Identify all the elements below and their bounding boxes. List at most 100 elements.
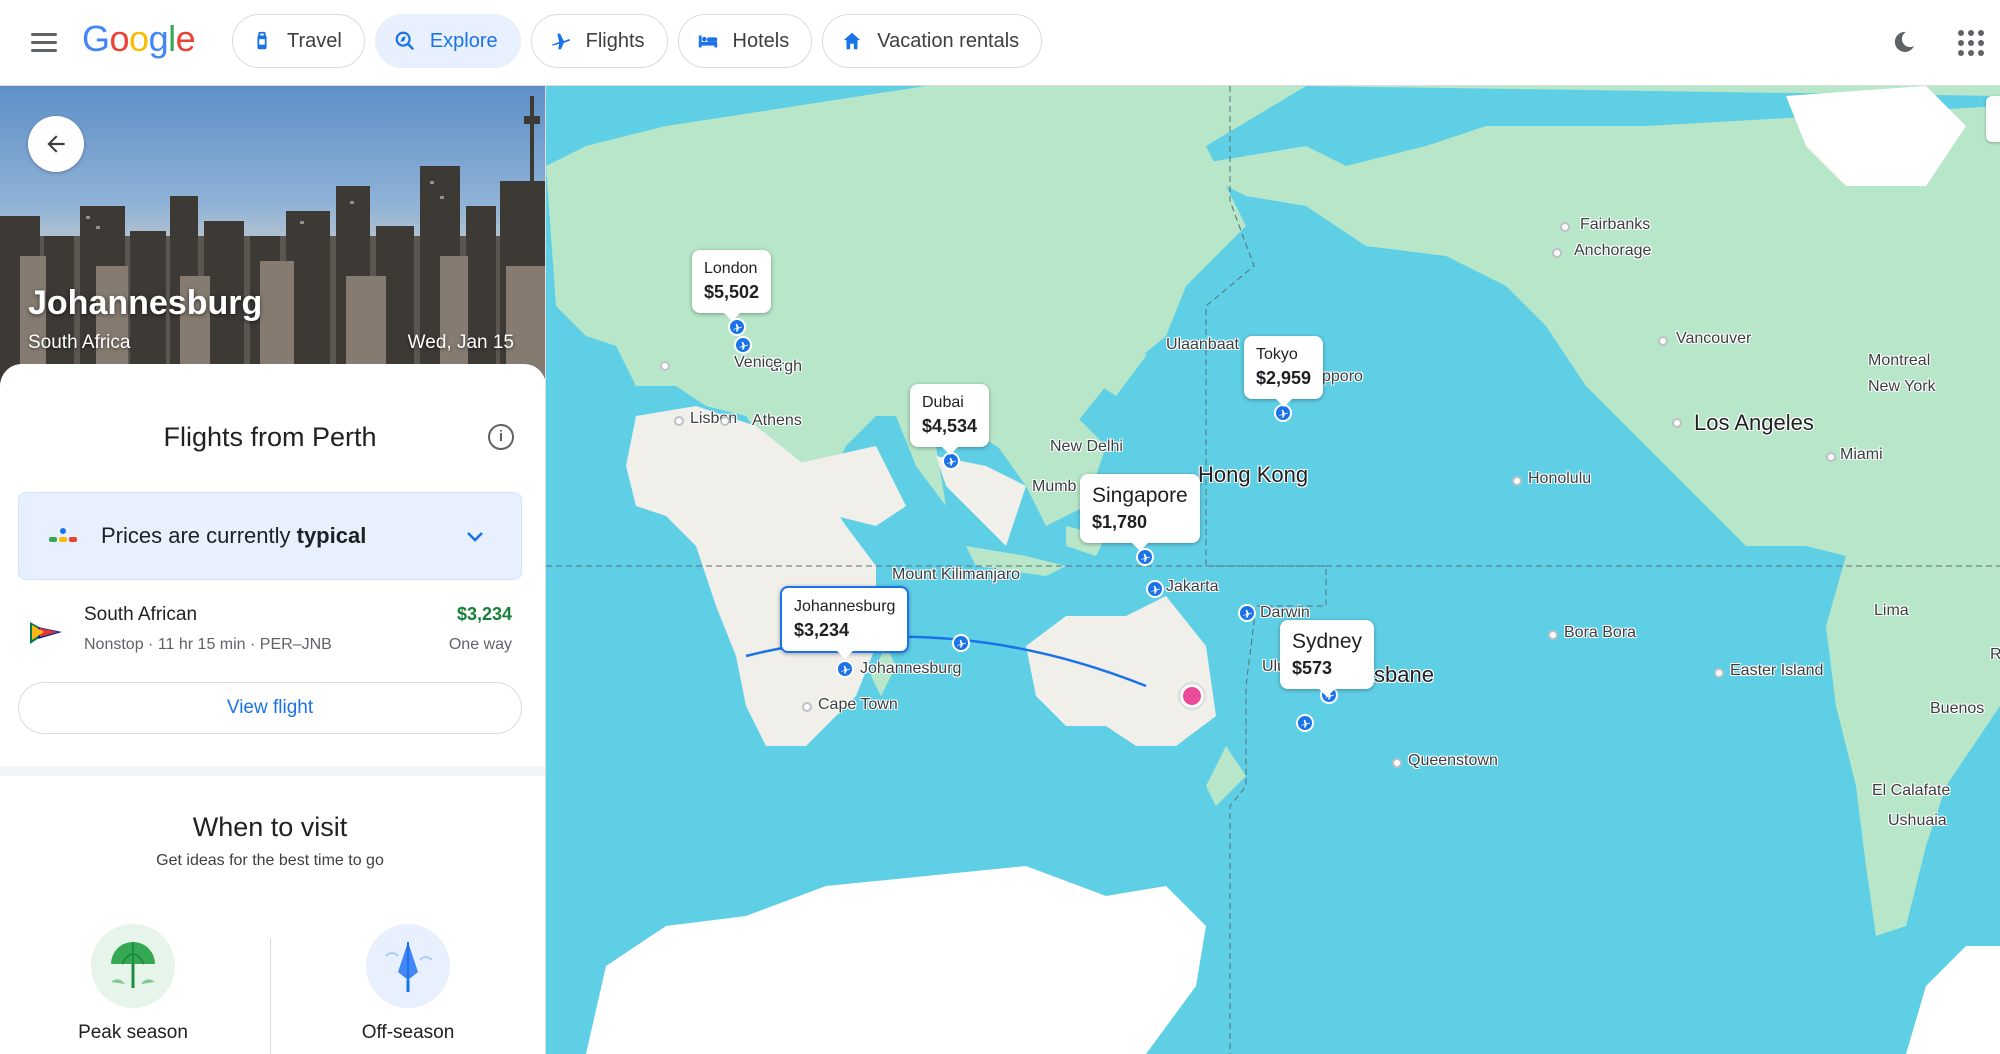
google-logo[interactable]: Google	[82, 18, 196, 60]
plane-icon	[840, 665, 850, 674]
top-bar: Google Travel Explore Flights Hotels Vac…	[0, 0, 2000, 86]
city-label-athens[interactable]: Athens	[752, 412, 802, 430]
price-tag-price: $2,959	[1256, 368, 1312, 388]
peak-season-item[interactable]: Peak season	[33, 924, 233, 1044]
city-label-lisbon[interactable]: Lisbon	[690, 410, 737, 428]
explore-map[interactable]: urgh Venice Lisbon Athens Ulaanbaat ppor…	[546, 86, 2000, 1054]
google-apps-icon[interactable]	[1952, 24, 1988, 60]
city-label-jakarta[interactable]: Jakarta	[1166, 578, 1218, 596]
price-tag-johannesburg[interactable]: Johannesburg $3,234	[780, 586, 910, 659]
city-label-venice[interactable]: Venice	[734, 354, 782, 372]
map-controls-edge[interactable]	[1986, 96, 2000, 142]
plane-icon	[738, 341, 748, 350]
price-tag-city: London	[704, 260, 758, 277]
price-tag-dubai[interactable]: Dubai $4,534	[910, 384, 990, 455]
dark-mode-icon[interactable]	[1886, 24, 1922, 60]
city-label-lima[interactable]: Lima	[1874, 602, 1909, 620]
off-season-item[interactable]: Off-season	[308, 924, 508, 1044]
chip-hotels-label: Hotels	[732, 29, 790, 52]
plane-icon	[1140, 553, 1150, 562]
city-label-cape-town[interactable]: Cape Town	[818, 696, 898, 714]
city-label-johannesburg[interactable]: Johannesburg	[860, 660, 961, 678]
price-tag-city: Tokyo	[1256, 346, 1298, 363]
airport-pin[interactable]	[1296, 714, 1314, 732]
city-label-bora-bora[interactable]: Bora Bora	[1564, 624, 1636, 642]
city-label-honolulu[interactable]: Honolulu	[1528, 470, 1591, 488]
price-tag-city: Johannesburg	[794, 598, 896, 615]
city-label-miami[interactable]: Miami	[1840, 446, 1883, 464]
plane-icon	[1300, 719, 1310, 728]
price-level-icon	[49, 528, 77, 542]
price-tag-price: $1,780	[1092, 512, 1148, 532]
back-button[interactable]	[28, 116, 84, 172]
destination-panel: Johannesburg South Africa Wed, Jan 15 Fl…	[0, 86, 546, 1054]
plane-icon	[551, 33, 570, 50]
chevron-down-icon	[467, 532, 483, 542]
city-label-new-york[interactable]: New York	[1868, 378, 1936, 396]
chip-travel[interactable]: Travel	[232, 14, 365, 68]
city-label-los-angeles[interactable]: Los Angeles	[1694, 410, 1814, 436]
city-label-queenstown[interactable]: Queenstown	[1408, 752, 1498, 770]
city-label-rio[interactable]: R	[1990, 646, 2000, 664]
origin-perth-marker[interactable]	[1180, 684, 1204, 708]
city-label-ulaanbaatar[interactable]: Ulaanbaat	[1166, 336, 1239, 354]
city-dot	[1512, 476, 1522, 486]
price-tag-sydney[interactable]: Sydney $573	[1280, 620, 1375, 697]
city-label-brisbane[interactable]: sbane	[1374, 662, 1434, 688]
price-tag-price: $573	[1292, 658, 1333, 678]
city-label-easter-island[interactable]: Easter Island	[1730, 662, 1823, 680]
city-dot	[1826, 452, 1836, 462]
city-dot	[1560, 222, 1570, 232]
city-label-kilimanjaro[interactable]: Mount Kilimanjaro	[892, 566, 1020, 584]
season-divider	[270, 938, 271, 1054]
main-menu-icon[interactable]	[24, 22, 64, 62]
airport-pin[interactable]	[734, 336, 752, 354]
city-label-mumbai[interactable]: Mumb	[1032, 478, 1076, 496]
city-label-vancouver[interactable]: Vancouver	[1676, 330, 1751, 348]
info-icon[interactable]: i	[488, 424, 514, 450]
city-dot	[660, 361, 670, 371]
chip-explore-label: Explore	[429, 29, 498, 52]
city-dot	[720, 416, 730, 426]
when-to-visit-title: When to visit	[192, 812, 348, 842]
city-dot	[1548, 630, 1558, 640]
johannesburg-pin[interactable]	[836, 660, 854, 678]
price-tag-london[interactable]: London $5,502	[692, 250, 772, 321]
travel-date[interactable]: Wed, Jan 15	[408, 332, 514, 354]
jakarta-pin[interactable]	[1146, 580, 1164, 598]
city-label-anchorage[interactable]: Anchorage	[1574, 242, 1651, 260]
city-label-new-delhi[interactable]: New Delhi	[1050, 438, 1123, 456]
bed-icon	[698, 35, 717, 48]
chip-explore[interactable]: Explore	[374, 14, 521, 68]
plane-icon	[732, 323, 742, 332]
city-dot	[1552, 248, 1562, 258]
price-tag-price: $4,534	[922, 416, 978, 436]
city-label-el-calafate[interactable]: El Calafate	[1872, 782, 1950, 800]
city-label-fairbanks[interactable]: Fairbanks	[1580, 216, 1650, 234]
chip-flights[interactable]: Flights	[530, 14, 668, 68]
chip-vacation-rentals[interactable]: Vacation rentals	[822, 14, 1043, 68]
price-tag-city: Sydney	[1292, 630, 1363, 653]
plane-icon	[1242, 609, 1252, 618]
city-dot	[802, 702, 812, 712]
city-label-hong-kong[interactable]: Hong Kong	[1198, 462, 1308, 488]
flight-price: $3,234	[456, 604, 512, 624]
price-insight-box[interactable]: Prices are currently typical	[18, 492, 522, 580]
chip-hotels[interactable]: Hotels	[677, 14, 813, 68]
city-label-montreal[interactable]: Montreal	[1868, 352, 1930, 370]
city-label-sapporo[interactable]: pporo	[1322, 368, 1363, 386]
plane-icon	[1150, 585, 1160, 594]
price-status-text: Prices are currently typical	[101, 523, 367, 548]
umbrella-icon	[91, 924, 175, 1008]
price-tag-tokyo[interactable]: Tokyo $2,959	[1244, 336, 1324, 407]
peak-season-label: Peak season	[78, 1022, 188, 1043]
darwin-pin[interactable]	[1238, 604, 1256, 622]
view-flight-button[interactable]: View flight	[18, 682, 522, 734]
city-label-buenos-aires[interactable]: Buenos	[1930, 700, 1984, 718]
city-dot	[1672, 418, 1682, 428]
city-dot	[1658, 336, 1668, 346]
price-tag-singapore[interactable]: Singapore $1,780	[1080, 474, 1200, 551]
city-label-ushuaia[interactable]: Ushuaia	[1888, 812, 1947, 830]
airport-pin[interactable]	[952, 634, 970, 652]
flight-option[interactable]: South African Nonstop · 11 hr 15 min · P…	[0, 596, 540, 666]
